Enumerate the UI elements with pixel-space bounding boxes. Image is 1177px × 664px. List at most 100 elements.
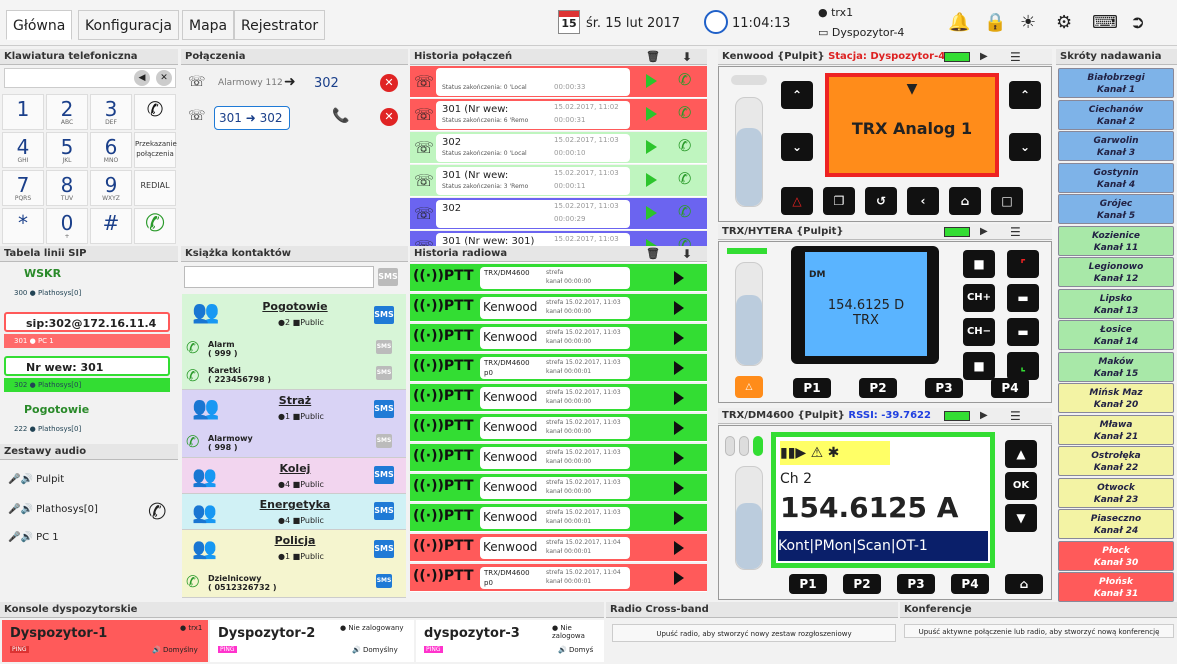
copy-button[interactable]: ❐ — [823, 187, 855, 215]
call-history-row[interactable]: ☏ 301 (Nr wew: Status zakończenia: 3 'Remo… — [410, 165, 707, 197]
play-icon[interactable]: ▶ — [980, 408, 988, 424]
tab-mapa[interactable]: Mapa — [182, 10, 235, 40]
replay-icon[interactable] — [674, 301, 684, 315]
download-icon[interactable]: ⬇ — [682, 246, 692, 262]
console-dyspozytor-2[interactable]: Dyspozytor-2 ● Nie zalogowany PING 🔊 Dom… — [210, 620, 414, 662]
callback-icon[interactable]: ✆ — [678, 202, 691, 221]
replay-icon[interactable] — [646, 206, 657, 220]
dm-up-button[interactable]: ▲ — [1005, 440, 1037, 468]
p2-button[interactable]: P2 — [843, 574, 881, 594]
bell-icon[interactable]: 🔔 — [948, 12, 970, 33]
back-button[interactable]: ↺ — [865, 187, 897, 215]
call-history-row[interactable]: ☏ Status zakończenia: 0 'Local 00:00:33 ✆ — [410, 66, 707, 98]
shortcut-button[interactable]: Maków Kanał 15 — [1058, 351, 1174, 382]
sip-line-pogotowie[interactable]: Pogotowie — [4, 400, 170, 420]
dm-home-button[interactable]: ⌂ — [1005, 574, 1043, 594]
menu-icon[interactable]: ☰ — [1010, 49, 1021, 65]
contact-group-pogotowie[interactable]: 👥 Pogotowie ●2 ■Public SMS ✆ Alarm( 999 … — [182, 294, 406, 390]
radio-history-row[interactable]: ((·))PTT Kenwood strefa 15.02.2017, 11:03 k… — [410, 444, 707, 472]
callback-icon[interactable]: ✆ — [678, 70, 691, 89]
hangup-icon[interactable]: ✕ — [380, 74, 398, 92]
callback-icon[interactable]: ✆ — [678, 103, 691, 122]
radio-history-row[interactable]: ((·))PTT Kenwood strefa 15.02.2017, 11:03 k… — [410, 384, 707, 412]
square-button[interactable]: □ — [991, 187, 1023, 215]
key-5[interactable]: 5 JKL — [46, 132, 88, 168]
lock-icon[interactable]: 🔒 — [984, 12, 1006, 33]
key-3[interactable]: 3 DEF — [90, 94, 132, 130]
play-icon[interactable]: ▶ — [980, 49, 988, 65]
key-star[interactable]: * — [2, 208, 44, 244]
p1-button[interactable]: P1 — [789, 574, 827, 594]
replay-icon[interactable] — [674, 271, 684, 285]
hytera-key-red[interactable]: ⌜ — [1007, 250, 1039, 278]
key-9[interactable]: 9 WXYZ — [90, 170, 132, 206]
replay-icon[interactable] — [674, 421, 684, 435]
left-button[interactable]: ‹ — [907, 187, 939, 215]
p2-button[interactable]: P2 — [859, 378, 897, 398]
contacts-search-input[interactable] — [184, 266, 374, 288]
shortcut-button[interactable]: Ciechanów Kanał 2 — [1058, 99, 1174, 130]
key-2[interactable]: 2 ABC — [46, 94, 88, 130]
hytera-key-3[interactable]: ▬ — [1007, 318, 1039, 346]
transfer-button[interactable]: Przekazanie połączenia — [134, 132, 177, 168]
shortcut-button[interactable]: Płońsk Kanał 31 — [1058, 572, 1174, 602]
shortcut-button[interactable]: Łosice Kanał 14 — [1058, 320, 1174, 350]
connection-row-2[interactable]: ☏ 301 ➜ 302 📞 ✕ — [184, 104, 406, 130]
contact-group-straz[interactable]: 👥 Straż ●1 ■Public SMS ✆ Alarmowy( 998 )… — [182, 390, 406, 458]
scroll-up-button[interactable]: ⌃ — [1009, 81, 1041, 109]
radio-history-row[interactable]: ((·))PTT Kenwood strefa 15.02.2017, 11:03 k… — [410, 474, 707, 502]
volume-slider[interactable] — [735, 466, 763, 570]
menu-icon[interactable]: ☰ — [1010, 408, 1021, 424]
radio-history-row[interactable]: ((·))PTT TRX/DM4600 p0 strefa 15.02.2017, 1… — [410, 354, 707, 382]
radio-history-row[interactable]: ((·))PTT Kenwood strefa 15.02.2017, 11:03 k… — [410, 294, 707, 322]
replay-icon[interactable] — [674, 331, 684, 345]
hangup-icon[interactable]: ✕ — [380, 108, 398, 126]
sip-line-wskr[interactable]: WSKR — [4, 264, 170, 284]
console-dyspozytor-3[interactable]: dyspozytor-3 ● Nie zalogowa PING 🔊 Domyś — [416, 620, 604, 662]
radio-history-row[interactable]: ((·))PTT Kenwood strefa 15.02.2017, 11:03 k… — [410, 504, 707, 532]
replay-icon[interactable] — [674, 481, 684, 495]
volume-slider[interactable] — [735, 97, 763, 207]
down-button[interactable]: ⌄ — [781, 133, 813, 161]
replay-icon[interactable] — [674, 571, 684, 585]
logout-icon[interactable]: ➲ — [1130, 12, 1145, 33]
key-7[interactable]: 7 PQRS — [2, 170, 44, 206]
tab-rejestrator[interactable]: Rejestrator — [234, 10, 326, 40]
sms-all-button[interactable]: SMS — [378, 268, 398, 286]
backspace-icon[interactable]: ◀ — [134, 70, 150, 86]
ch-minus-button[interactable]: CH− — [963, 318, 995, 346]
clear-icon[interactable]: ✕ — [156, 70, 172, 86]
tab-konfiguracja[interactable]: Konfiguracja — [78, 10, 180, 40]
audio-pulpit[interactable]: 🎤🔊 Pulpit — [8, 474, 64, 485]
handset-icon[interactable]: ✆ — [148, 500, 166, 525]
shortcut-button[interactable]: Ostrołęka Kanał 22 — [1058, 446, 1174, 476]
radio-history-row[interactable]: ((·))PTT TRX/DM4600 strefa kanał 00:00:00 — [410, 264, 707, 292]
replay-icon[interactable] — [674, 541, 684, 555]
hytera-key-2[interactable]: ▬ — [1007, 284, 1039, 312]
headset-icon[interactable]: ⚙ — [1056, 12, 1072, 33]
radio-history-row[interactable]: ((·))PTT Kenwood strefa 15.02.2017, 11:03 k… — [410, 324, 707, 352]
key-6[interactable]: 6 MNO — [90, 132, 132, 168]
shortcut-button[interactable]: Otwock Kanał 23 — [1058, 477, 1174, 508]
audio-pc1[interactable]: 🎤🔊 PC 1 — [8, 532, 59, 543]
shortcut-button[interactable]: Lipsko Kanał 13 — [1058, 288, 1174, 319]
emergency-button[interactable]: △ — [735, 376, 763, 398]
contact-group-kolej[interactable]: 👥 Kolej ●4 ■Public SMS — [182, 458, 406, 494]
contact-group-policja[interactable]: 👥 Policja ●1 ■Public SMS ✆ Dzielnicowy( … — [182, 530, 406, 598]
replay-icon[interactable] — [674, 511, 684, 525]
console-dyspozytor-1[interactable]: Dyspozytor-1 ● trx1 PING 🔊 Domyślny — [2, 620, 208, 662]
conference-dropzone[interactable]: Upuść aktywne połączenie lub radio, aby … — [904, 624, 1174, 638]
replay-icon[interactable] — [646, 140, 657, 154]
contact-group-energetyka[interactable]: 👥 Energetyka ●4 ■Public SMS — [182, 494, 406, 530]
shortcut-button[interactable]: Mińsk Maz Kanał 20 — [1058, 383, 1174, 413]
replay-icon[interactable] — [674, 361, 684, 375]
play-icon[interactable]: ▶ — [980, 224, 988, 240]
trash-icon[interactable]: 🗑 — [646, 246, 660, 262]
hytera-key-1[interactable]: ■ — [963, 250, 995, 278]
replay-icon[interactable] — [674, 451, 684, 465]
key-1[interactable]: 1 — [2, 94, 44, 130]
sip-line-301[interactable]: Nr wew: 301 — [4, 356, 170, 376]
trash-icon[interactable]: 🗑 — [646, 49, 660, 65]
shortcut-button[interactable]: Mława Kanał 21 — [1058, 414, 1174, 445]
key-0[interactable]: 0 + — [46, 208, 88, 244]
